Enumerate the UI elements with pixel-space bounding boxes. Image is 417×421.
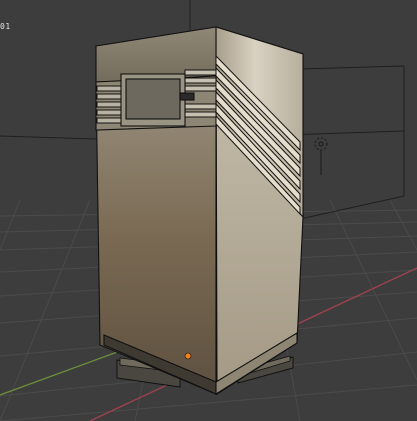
3d-viewport[interactable]: 01 (0, 0, 417, 421)
viewport-scene (0, 0, 417, 421)
object-origin-dot (184, 352, 192, 360)
light-object-icon[interactable] (314, 137, 328, 175)
front-display-panel[interactable] (120, 73, 195, 127)
